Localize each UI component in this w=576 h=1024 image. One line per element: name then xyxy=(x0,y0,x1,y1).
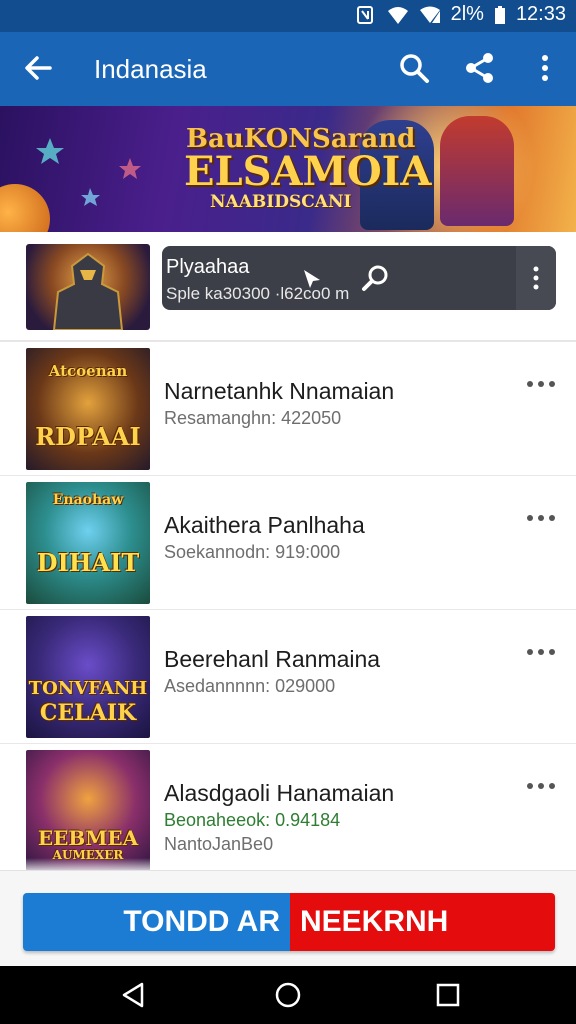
nav-home-icon[interactable] xyxy=(273,980,303,1010)
list-item[interactable]: TONVFANH CELAIK Beerehanl Ranmaina Aseda… xyxy=(0,610,576,744)
item-name: Alasdgaoli Hanamaian xyxy=(164,780,395,806)
item-subtitle-secondary: NantoJanBe0 xyxy=(164,834,274,854)
search-icon[interactable] xyxy=(396,50,432,86)
nav-back-icon[interactable] xyxy=(118,980,148,1010)
battery-percent: 2l% xyxy=(450,3,484,25)
armored-hero-icon xyxy=(52,252,124,330)
featured-info-card[interactable]: Plyaahaa Sple ka30300 ·l62co0 m xyxy=(162,246,556,310)
thumbnail-caption-top: Atcoenan xyxy=(48,362,128,380)
list-item[interactable]: Enaohaw DIHAIT Akaithera Panlhaha Soekan… xyxy=(0,476,576,610)
thumbnail-caption: RDPAAI xyxy=(35,422,141,451)
featured-thumbnail xyxy=(26,244,150,330)
game-thumbnail: Enaohaw DIHAIT xyxy=(26,482,150,604)
featured-row[interactable]: Plyaahaa Sple ka30300 ·l62co0 m xyxy=(0,232,576,342)
more-options-icon[interactable] xyxy=(524,508,558,528)
more-options-icon[interactable] xyxy=(524,776,558,796)
game-thumbnail: TONVFANH CELAIK xyxy=(26,616,150,738)
status-bar: 2l% 12:33 xyxy=(0,0,576,32)
app-bar: Indanasia xyxy=(0,32,576,106)
featured-name: Plyaahaa xyxy=(166,256,250,278)
clock: 12:33 xyxy=(515,3,566,25)
banner-title-line3: NAABIDSCANI xyxy=(210,192,352,212)
page-title: Indanasia xyxy=(94,54,207,84)
list-item[interactable]: Atcoenan RDPAAI Narnetanhk Nnamaian Resa… xyxy=(0,342,576,476)
item-name: Narnetanhk Nnamaian xyxy=(164,378,395,404)
item-subtitle: Beonaheeok: 0.94184 xyxy=(164,810,341,830)
item-subtitle: Asedannnnn: 029000 xyxy=(164,676,336,696)
more-options-icon[interactable] xyxy=(524,642,558,662)
wifi-icon xyxy=(387,6,408,24)
item-subtitle: Resamanghn: 422050 xyxy=(164,408,342,428)
game-thumbnail: Atcoenan RDPAAI xyxy=(26,348,150,470)
cursor-icon xyxy=(304,270,320,288)
item-subtitle: Soekannodn: 919:000 xyxy=(164,542,341,562)
thumbnail-caption: CELAIK xyxy=(39,700,137,726)
thumbnail-caption-top: EEBMEA xyxy=(37,826,139,850)
featured-menu-button[interactable] xyxy=(516,246,556,310)
system-nav-bar xyxy=(0,966,576,1024)
featured-search-icon[interactable] xyxy=(360,262,392,294)
game-thumbnail: EEBMEA AUMEXER xyxy=(26,750,150,872)
more-options-icon[interactable] xyxy=(524,374,558,394)
back-arrow-icon[interactable] xyxy=(20,50,56,86)
nfc-icon xyxy=(356,5,373,24)
thumbnail-caption-top: TONVFANH xyxy=(28,678,148,699)
cta-right-label[interactable]: NEEKRNH xyxy=(290,893,555,951)
thumbnail-caption-top: Enaohaw xyxy=(52,492,124,508)
share-icon[interactable] xyxy=(462,50,498,86)
signal-icon xyxy=(419,6,440,23)
overflow-menu-icon[interactable] xyxy=(527,50,563,86)
cta-button[interactable]: TONDD AR NEEKRNH xyxy=(23,893,555,951)
battery-icon xyxy=(494,5,505,24)
banner-title-line2: ELSAMOIA xyxy=(184,148,432,195)
nav-recents-icon[interactable] xyxy=(433,980,463,1010)
banner-hero-warrior xyxy=(440,116,514,226)
status-icons: 2l% 12:33 xyxy=(355,3,566,26)
vertical-dots-icon xyxy=(533,266,539,290)
item-name: Akaithera Panlhaha xyxy=(164,512,365,538)
footer: TONDD AR NEEKRNH xyxy=(0,870,576,966)
banner-stars-icon xyxy=(36,138,141,206)
cta-left-label[interactable]: TONDD AR xyxy=(23,893,290,951)
item-name: Beerehanl Ranmaina xyxy=(164,646,381,672)
thumbnail-caption: DIHAIT xyxy=(36,548,140,577)
